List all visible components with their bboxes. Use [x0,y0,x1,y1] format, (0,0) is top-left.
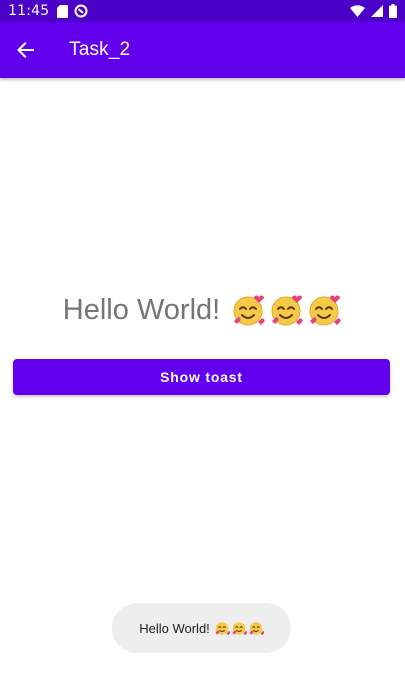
smiling-face-with-hearts-icon [215,622,230,636]
app-screen: 11:45 Task_2 Hello World! Show toast Hel… [0,0,405,675]
smiling-face-with-hearts-icon [249,622,264,636]
status-left-icons [57,4,88,18]
status-right-icons [350,4,397,18]
smiling-face-with-hearts-icon [232,622,247,636]
hello-text: Hello World! [62,293,221,326]
smiling-face-with-hearts-icon [309,295,341,326]
arrow-back-icon [17,41,35,59]
wifi-icon [350,5,365,17]
hello-emoji-group [230,292,342,328]
signal-icon [371,5,383,17]
toast-message: Hello World! [112,603,291,653]
status-bar: 11:45 [0,0,405,22]
smiling-face-with-hearts-icon [271,295,303,326]
toast-text: Hello World! [139,620,210,636]
battery-icon [389,4,397,18]
back-button[interactable] [0,22,52,78]
smiling-face-with-hearts-icon [233,295,265,326]
toast-emoji-group [214,620,264,636]
sync-icon [74,4,88,18]
status-time: 11:45 [8,3,50,19]
sim-card-icon [57,4,69,18]
show-toast-button[interactable]: Show toast [13,359,390,395]
app-bar: Task_2 [0,22,405,78]
hello-text-row: Hello World! [0,292,405,328]
app-title: Task_2 [69,39,131,60]
